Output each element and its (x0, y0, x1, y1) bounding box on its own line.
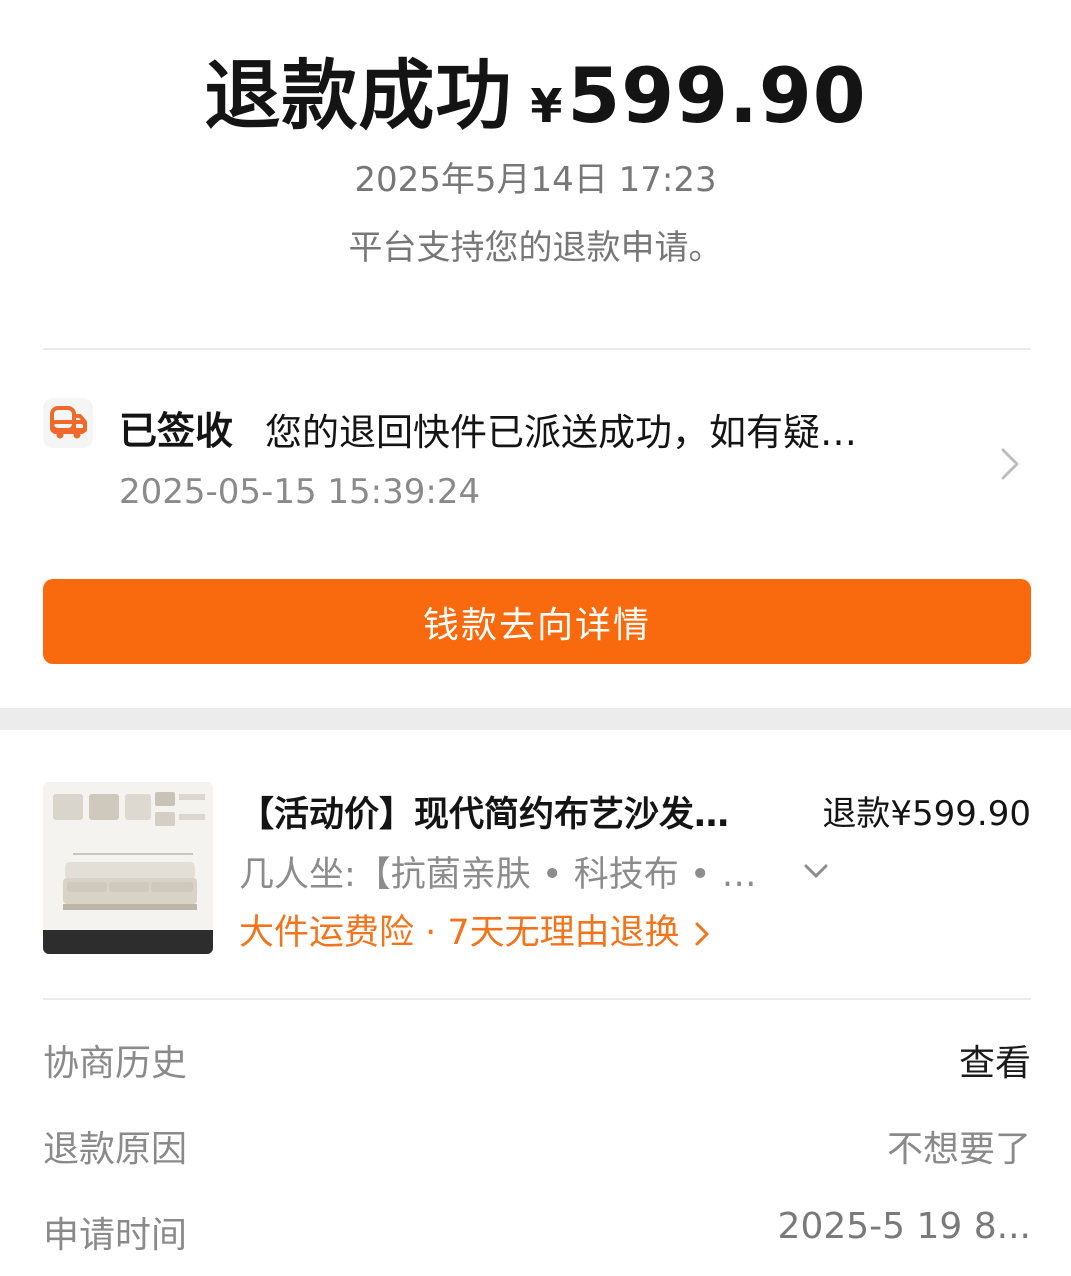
divider (43, 348, 1031, 350)
service-text: 大件运费险 · 7天无理由退换 (239, 913, 680, 953)
currency-symbol: ¥ (530, 79, 564, 133)
logistics-status: 已签收 (119, 409, 234, 453)
truck-icon (43, 398, 93, 448)
apply-time-label: 申请时间 (43, 1215, 188, 1256)
refund-status-title: 退款成功 ¥599.90 (0, 34, 1071, 144)
apply-time-row: 申请时间 2025-5 19 8... (43, 1206, 1031, 1256)
chevron-right-icon (1001, 448, 1019, 480)
negotiation-history-link[interactable]: 查看 (959, 1034, 1031, 1086)
refund-reason-value: 不想要了 (886, 1129, 1031, 1170)
refund-reason-row: 退款原因 不想要了 (43, 1120, 1031, 1170)
refund-status-text: 退款成功 (204, 51, 513, 140)
refund-destination-button[interactable]: 钱款去向详情 (43, 579, 1031, 664)
negotiation-history-label: 协商历史 (43, 1043, 188, 1084)
refund-reason-label: 退款原因 (43, 1129, 188, 1170)
divider (43, 998, 1031, 1000)
logistics-time: 2025-05-15 15:39:24 (119, 472, 481, 512)
product-service-tags[interactable]: 大件运费险 · 7天无理由退换 (239, 904, 710, 955)
apply-time-value: 2025-5 19 8... (777, 1206, 1031, 1247)
product-title[interactable]: 【活动价】现代简约布艺沙发… (239, 786, 729, 837)
refund-date: 2025年5月14日 17:23 (354, 160, 717, 200)
logistics-row[interactable]: 已签收 您的退回快件已派送成功，如有疑… 2025-05-15 15:39:24 (43, 390, 1031, 530)
logistics-message: 您的退回快件已派送成功，如有疑… (265, 411, 857, 454)
refund-summary-card: 退款成功 ¥599.90 2025年5月14日 17:23 平台支持您的退款申请。… (0, 0, 1071, 708)
product-refund-amount: 退款¥599.90 (822, 794, 1031, 834)
product-item[interactable]: 【活动价】现代简约布艺沙发… 退款¥599.90 几人坐:【抗菌亲肤 • 科技布… (43, 782, 1031, 954)
chevron-down-icon[interactable] (803, 862, 829, 880)
product-spec[interactable]: 几人坐:【抗菌亲肤 • 科技布 • … (239, 846, 757, 897)
refund-detail-card: 【活动价】现代简约布艺沙发… 退款¥599.90 几人坐:【抗菌亲肤 • 科技布… (0, 730, 1071, 1276)
product-thumbnail[interactable] (43, 782, 213, 954)
chevron-right-icon (695, 922, 709, 946)
refund-note: 平台支持您的退款申请。 (348, 228, 723, 268)
negotiation-history-row[interactable]: 协商历史 查看 (43, 1034, 1031, 1084)
refund-amount: 599.90 (567, 51, 867, 140)
